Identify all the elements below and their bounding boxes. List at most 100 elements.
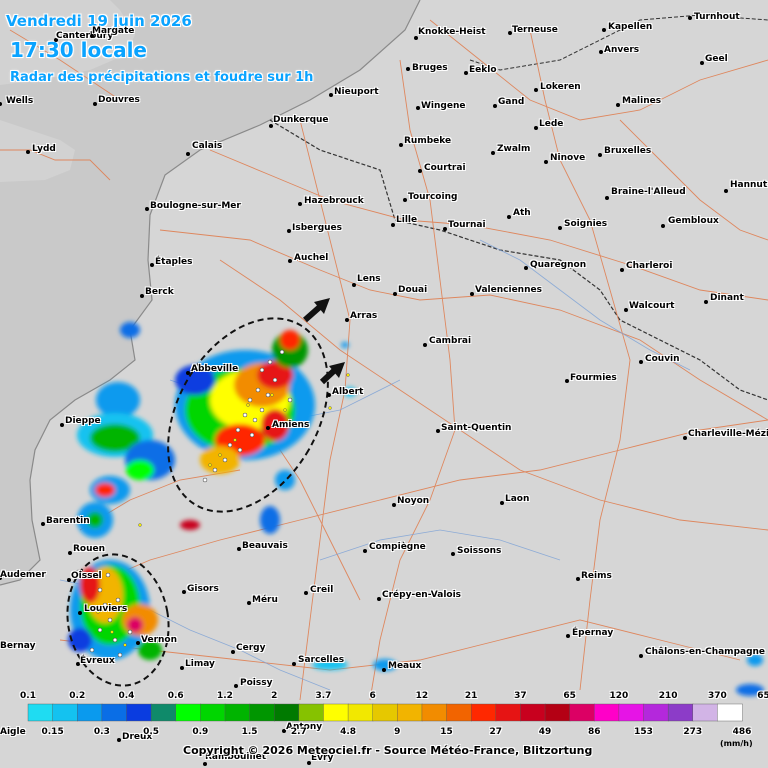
city-label: Ath [513,208,531,218]
legend-swatch [126,703,152,722]
city-label: Lydd [32,144,56,154]
legend-tick-top: 12 [415,691,429,701]
city-label: Anvers [604,45,640,55]
city-label: Valenciennes [475,285,542,295]
city-marker [68,551,72,555]
city-marker [60,423,64,427]
city-marker [534,126,538,130]
city-marker [576,577,580,581]
city-label: Zwalm [497,144,531,154]
city-marker [724,189,728,193]
city-label: Bruxelles [604,146,652,156]
city-label: Charleville-Mézières [688,429,768,439]
city-marker [558,226,562,230]
city-label: Margate [92,26,135,36]
city-marker [234,684,238,688]
city-marker [620,268,624,272]
city-label: Soissons [457,546,502,556]
city-label: Vernon [141,635,178,645]
legend-swatch [520,703,546,722]
city-label: Calais [192,141,223,151]
city-label: Louviers [84,604,128,614]
city-label: Barentin [46,516,90,526]
legend-swatch [224,703,251,722]
city-marker [598,153,602,157]
city-label: Hannut [730,180,768,190]
city-marker [565,379,569,383]
city-label: Kapellen [608,22,653,32]
city-label: Meaux [388,661,422,671]
city-label: Nieuport [334,87,379,97]
legend-swatch [470,703,497,722]
city-marker [136,641,140,645]
legend-tick-top: 37 [514,691,527,701]
city-marker [688,16,692,20]
city-label: Saint-Quentin [441,423,512,433]
legend-swatch [77,703,103,722]
legend-tick-top: 21 [464,691,478,701]
legend-swatch [298,703,325,722]
legend-tick-top: 2 [271,691,278,701]
legend-tick-top: 3.7 [315,691,332,701]
city-label: Geel [705,54,728,64]
city-label: Limay [185,659,215,669]
city-marker [329,93,333,97]
legend-swatch [397,703,423,722]
city-marker [393,292,397,296]
city-label: Wingene [421,101,466,111]
city-label: Hazebrouck [304,196,364,206]
legend-swatch [372,703,399,722]
city-label: Dinant [710,293,744,303]
city-label: Audemer [0,570,46,580]
city-marker [491,151,495,155]
legend-tick-top: 0.2 [69,691,86,701]
city-label: Turnhout [694,12,740,22]
city-marker [566,634,570,638]
city-label: Rumbeke [404,136,452,146]
city-label: Lokeren [540,82,581,92]
city-label: Gisors [187,584,219,594]
city-marker [288,259,292,263]
city-marker [41,522,45,526]
city-label: Berck [145,287,174,297]
legend-swatch [323,703,349,722]
city-marker [700,61,704,65]
legend-tick-bottom: 2.7 [290,727,307,737]
city-marker [287,229,291,233]
legend-tick-bottom: 0.3 [93,727,110,737]
city-label: Reims [581,571,612,581]
city-label: Épernay [572,628,614,638]
city-label: Malines [622,96,662,106]
legend-tick-bottom: 0.5 [143,727,160,737]
legend-swatch [27,703,54,722]
city-label: Cambrai [429,336,472,346]
city-label: Bernay [0,641,36,651]
city-marker [423,343,427,347]
city-marker [392,503,396,507]
city-label: Laon [505,494,530,504]
legend-swatch [717,703,743,722]
city-marker [416,106,420,110]
city-marker [605,196,609,200]
subtitle: Radar des précipitations et foudre sur 1… [10,70,314,85]
legend-swatch [175,703,202,722]
city-marker [661,224,665,228]
city-label: Tournai [448,220,486,230]
legend-swatch [200,703,226,722]
city-label: Douvres [98,95,140,105]
city-marker [78,611,82,615]
legend-swatch [101,703,128,722]
city-marker [683,436,687,440]
legend-tick-top: 6 [369,691,376,701]
city-label: Auchel [294,253,329,263]
city-label: Crépy-en-Valois [382,590,462,600]
city-label: Charleroi [626,261,673,271]
city-marker [436,429,440,433]
city-marker [298,202,302,206]
city-marker [399,143,403,147]
city-marker [150,263,154,267]
city-marker [186,371,190,375]
city-marker [292,662,296,666]
legend-tick-bottom: 27 [489,727,503,737]
city-label: Lens [357,274,381,284]
